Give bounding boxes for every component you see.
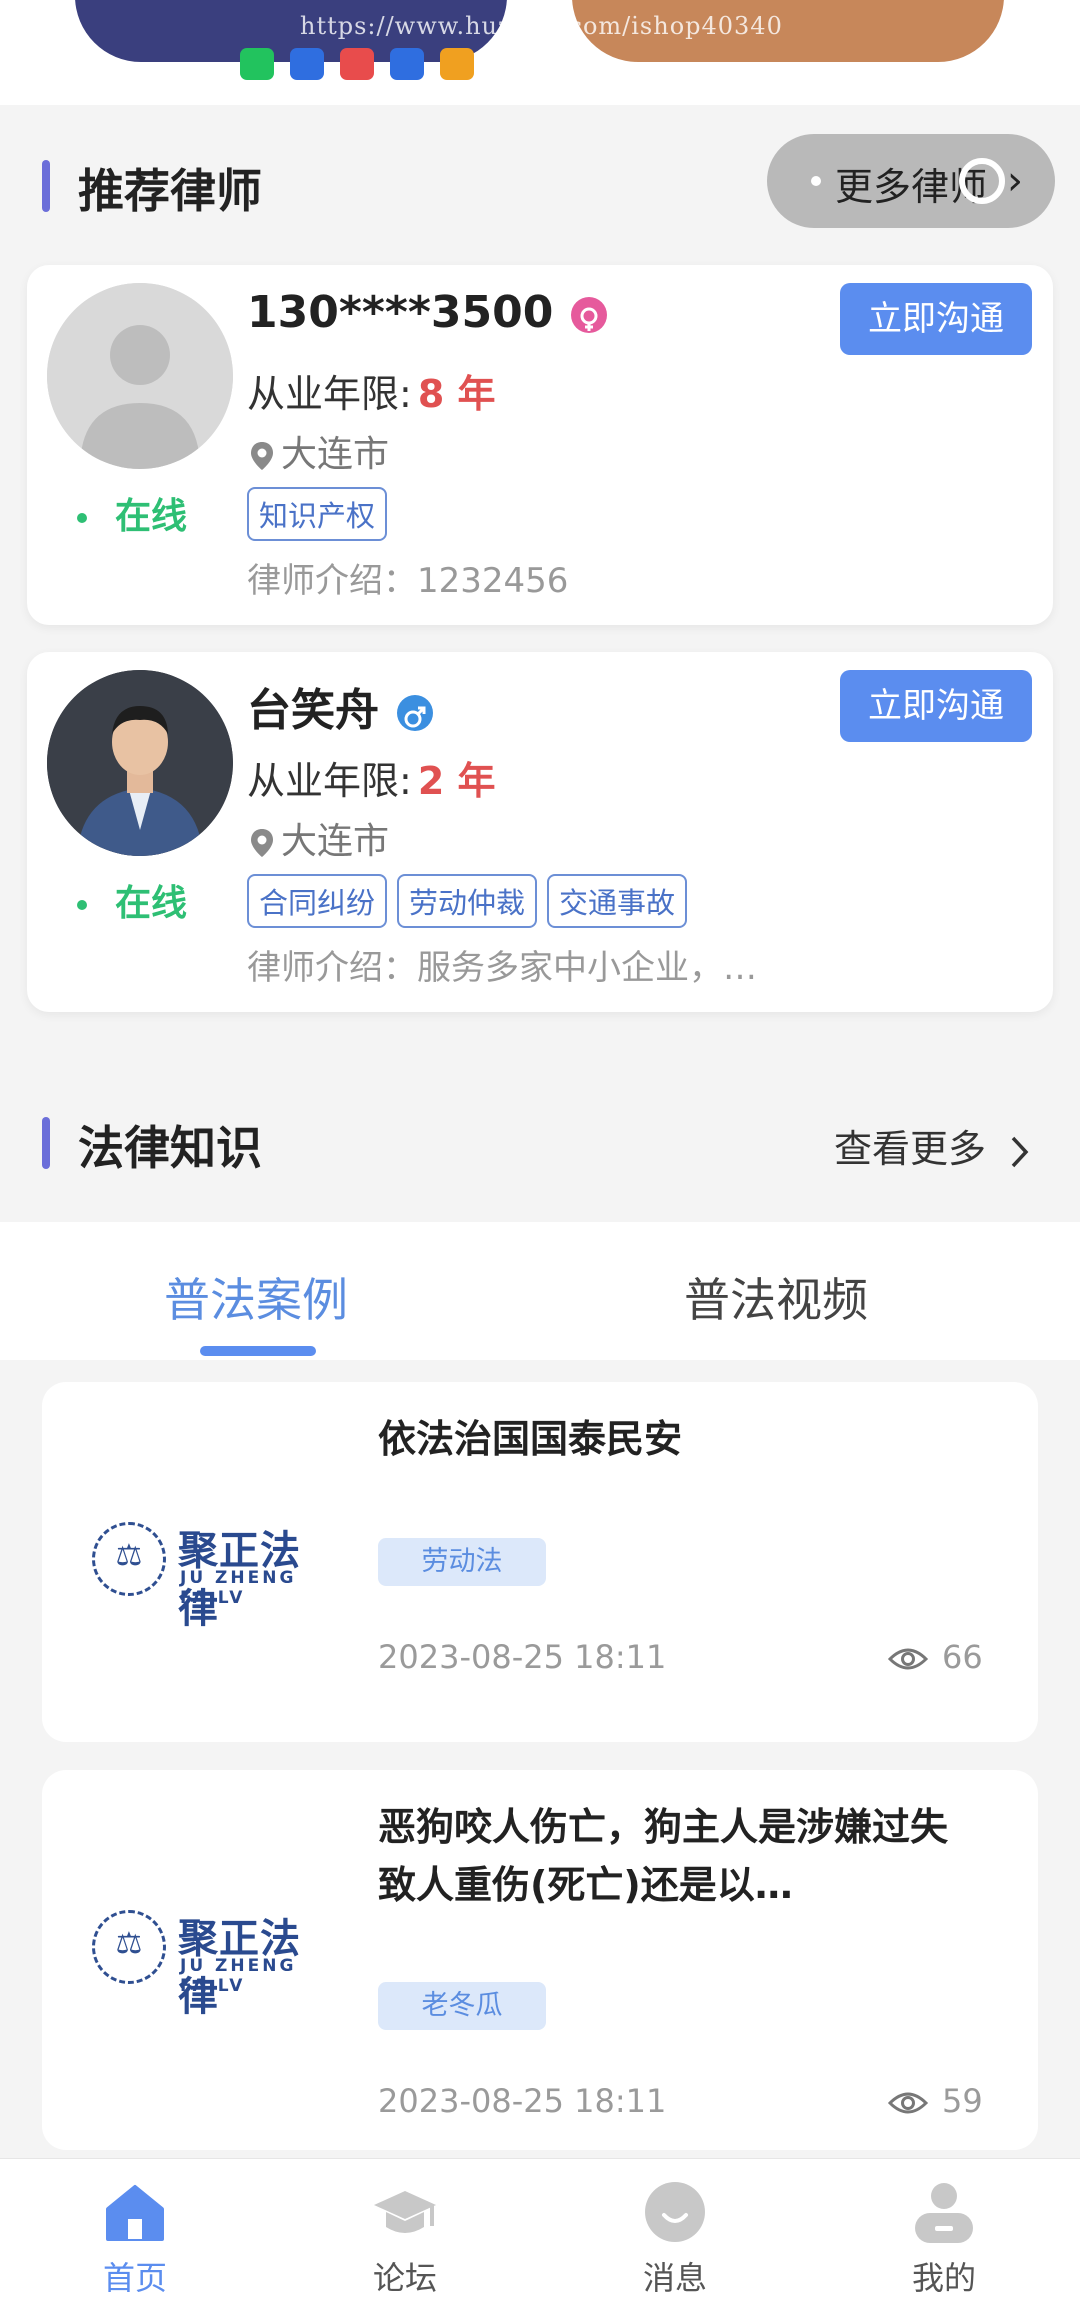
nav-home-label: 首页: [102, 2259, 167, 2297]
case-title: 恶狗咬人伤亡，狗主人是涉嫌过失致人重伤(死亡)还是以…: [378, 1805, 949, 1907]
chevron-right-icon: [1011, 1136, 1029, 1167]
nav-mine[interactable]: 我的: [884, 2179, 1004, 2299]
case-date: 2023-08-25 18:11: [378, 1638, 667, 1676]
section-title: 推荐律师: [78, 164, 262, 218]
lawyer-intro: 律师介绍：1232456: [247, 561, 569, 601]
knowledge-tabs: 普法案例 普法视频: [0, 1222, 1080, 1360]
juzheng-logo: ⚖ 聚正法律 JU ZHENG FA LV: [92, 1518, 332, 1632]
avatar: [47, 283, 233, 469]
knowledge-section-header: 法律知识 查看更多: [0, 1062, 1080, 1222]
lawyer-name: 130****3500: [247, 287, 608, 338]
lawyer-name-text: 130****3500: [247, 287, 554, 338]
juzheng-logo: ⚖ 聚正法律 JU ZHENG FA LV: [92, 1906, 332, 2020]
wechat-icon: [240, 48, 274, 80]
case-date: 2023-08-25 18:11: [378, 2082, 667, 2120]
location-pin-icon: [251, 442, 273, 470]
lawyer-card[interactable]: 在线 130****3500 从业年限: 8 年 大连市 知识产权 律师介绍：12…: [27, 265, 1053, 625]
section-accent-bar: [42, 160, 50, 212]
view-count: 59: [887, 2082, 983, 2120]
app-icon: [440, 48, 474, 80]
specialty-tags: 知识产权: [247, 487, 388, 541]
case-tag: 劳动法: [378, 1538, 546, 1586]
chevron-right-icon: ›: [1007, 158, 1023, 204]
nav-messages-label: 消息: [642, 2259, 707, 2297]
chat-now-button[interactable]: 立即沟通: [840, 283, 1032, 355]
user-icon: [915, 2183, 973, 2243]
watermark-text: https://www.huzhan.com/ishop40340: [300, 12, 783, 40]
location-pin-icon: [251, 829, 273, 857]
app-icon: [290, 48, 324, 80]
lawyer-name-text: 台笑舟: [247, 685, 379, 736]
tab-law-cases[interactable]: 普法案例: [164, 1264, 348, 1330]
case-card[interactable]: ⚖ 聚正法律 JU ZHENG FA LV 恶狗咬人伤亡，狗主人是涉嫌过失致人重…: [42, 1770, 1038, 2150]
bulb-icon: [390, 48, 424, 80]
top-banner: https://www.huzhan.com/ishop40340: [0, 0, 1080, 105]
graduation-cap-icon: [374, 2191, 436, 2233]
female-icon: [571, 297, 608, 333]
section-title: 法律知识: [78, 1121, 262, 1175]
specialty-tag: 知识产权: [247, 487, 388, 541]
case-card[interactable]: ⚖ 聚正法律 JU ZHENG FA LV 依法治国国泰民安 劳动法 2023-…: [42, 1382, 1038, 1742]
specialty-tag: 劳动仲裁: [397, 874, 538, 928]
home-icon: [106, 2185, 164, 2241]
lawyer-intro: 律师介绍：服务多家中小企业，…: [247, 948, 757, 988]
bottom-nav: 首页 论坛 消息 我的: [0, 2158, 1080, 2310]
nav-forum-label: 论坛: [372, 2259, 437, 2297]
specialty-tag: 合同纠纷: [247, 874, 388, 928]
case-title: 依法治国国泰民安: [378, 1417, 683, 1461]
nav-mine-label: 我的: [911, 2259, 976, 2297]
lawyer-city: 大连市: [249, 425, 389, 477]
app-icon: [340, 48, 374, 80]
years-of-practice: 从业年限: 2 年: [247, 759, 496, 803]
eye-icon: [887, 2092, 929, 2114]
view-count: 66: [887, 1638, 983, 1676]
online-status: 在线: [77, 487, 187, 539]
lawyer-city: 大连市: [249, 812, 389, 864]
dot-icon: [811, 176, 821, 186]
nav-messages[interactable]: 消息: [615, 2179, 735, 2299]
active-tab-indicator: [200, 1346, 316, 1356]
nav-home[interactable]: 首页: [75, 2179, 195, 2299]
tab-law-videos[interactable]: 普法视频: [684, 1264, 868, 1330]
view-more-label: 查看更多: [834, 1127, 987, 1171]
view-more-link[interactable]: 查看更多: [834, 1118, 1034, 1173]
case-tag: 老冬瓜: [378, 1982, 546, 2030]
lawyer-card[interactable]: 在线 台笑舟 从业年限: 2 年 大连市 合同纠纷 劳动仲裁 交通事故 律师介绍：…: [27, 652, 1053, 1012]
chat-now-button[interactable]: 立即沟通: [840, 670, 1032, 742]
specialty-tag: 交通事故: [547, 874, 688, 928]
status-app-icons: [240, 48, 474, 80]
more-lawyers-button[interactable]: 更多律师 ›: [767, 134, 1055, 228]
nav-forum[interactable]: 论坛: [345, 2179, 465, 2299]
online-status: 在线: [77, 874, 187, 926]
message-icon: [645, 2182, 705, 2242]
specialty-tags: 合同纠纷 劳动仲裁 交通事故: [247, 874, 688, 928]
logo-brand-en: JU ZHENG FA LV: [180, 1568, 297, 1608]
years-of-practice: 从业年限: 8 年: [247, 372, 496, 416]
avatar: [47, 670, 233, 856]
section-accent-bar: [42, 1117, 50, 1169]
floating-ring-icon: [959, 158, 1005, 204]
male-icon: [397, 695, 433, 731]
logo-brand-en: JU ZHENG FA LV: [180, 1956, 297, 1996]
lawyer-name: 台笑舟: [247, 674, 433, 738]
eye-icon: [887, 1648, 929, 1670]
